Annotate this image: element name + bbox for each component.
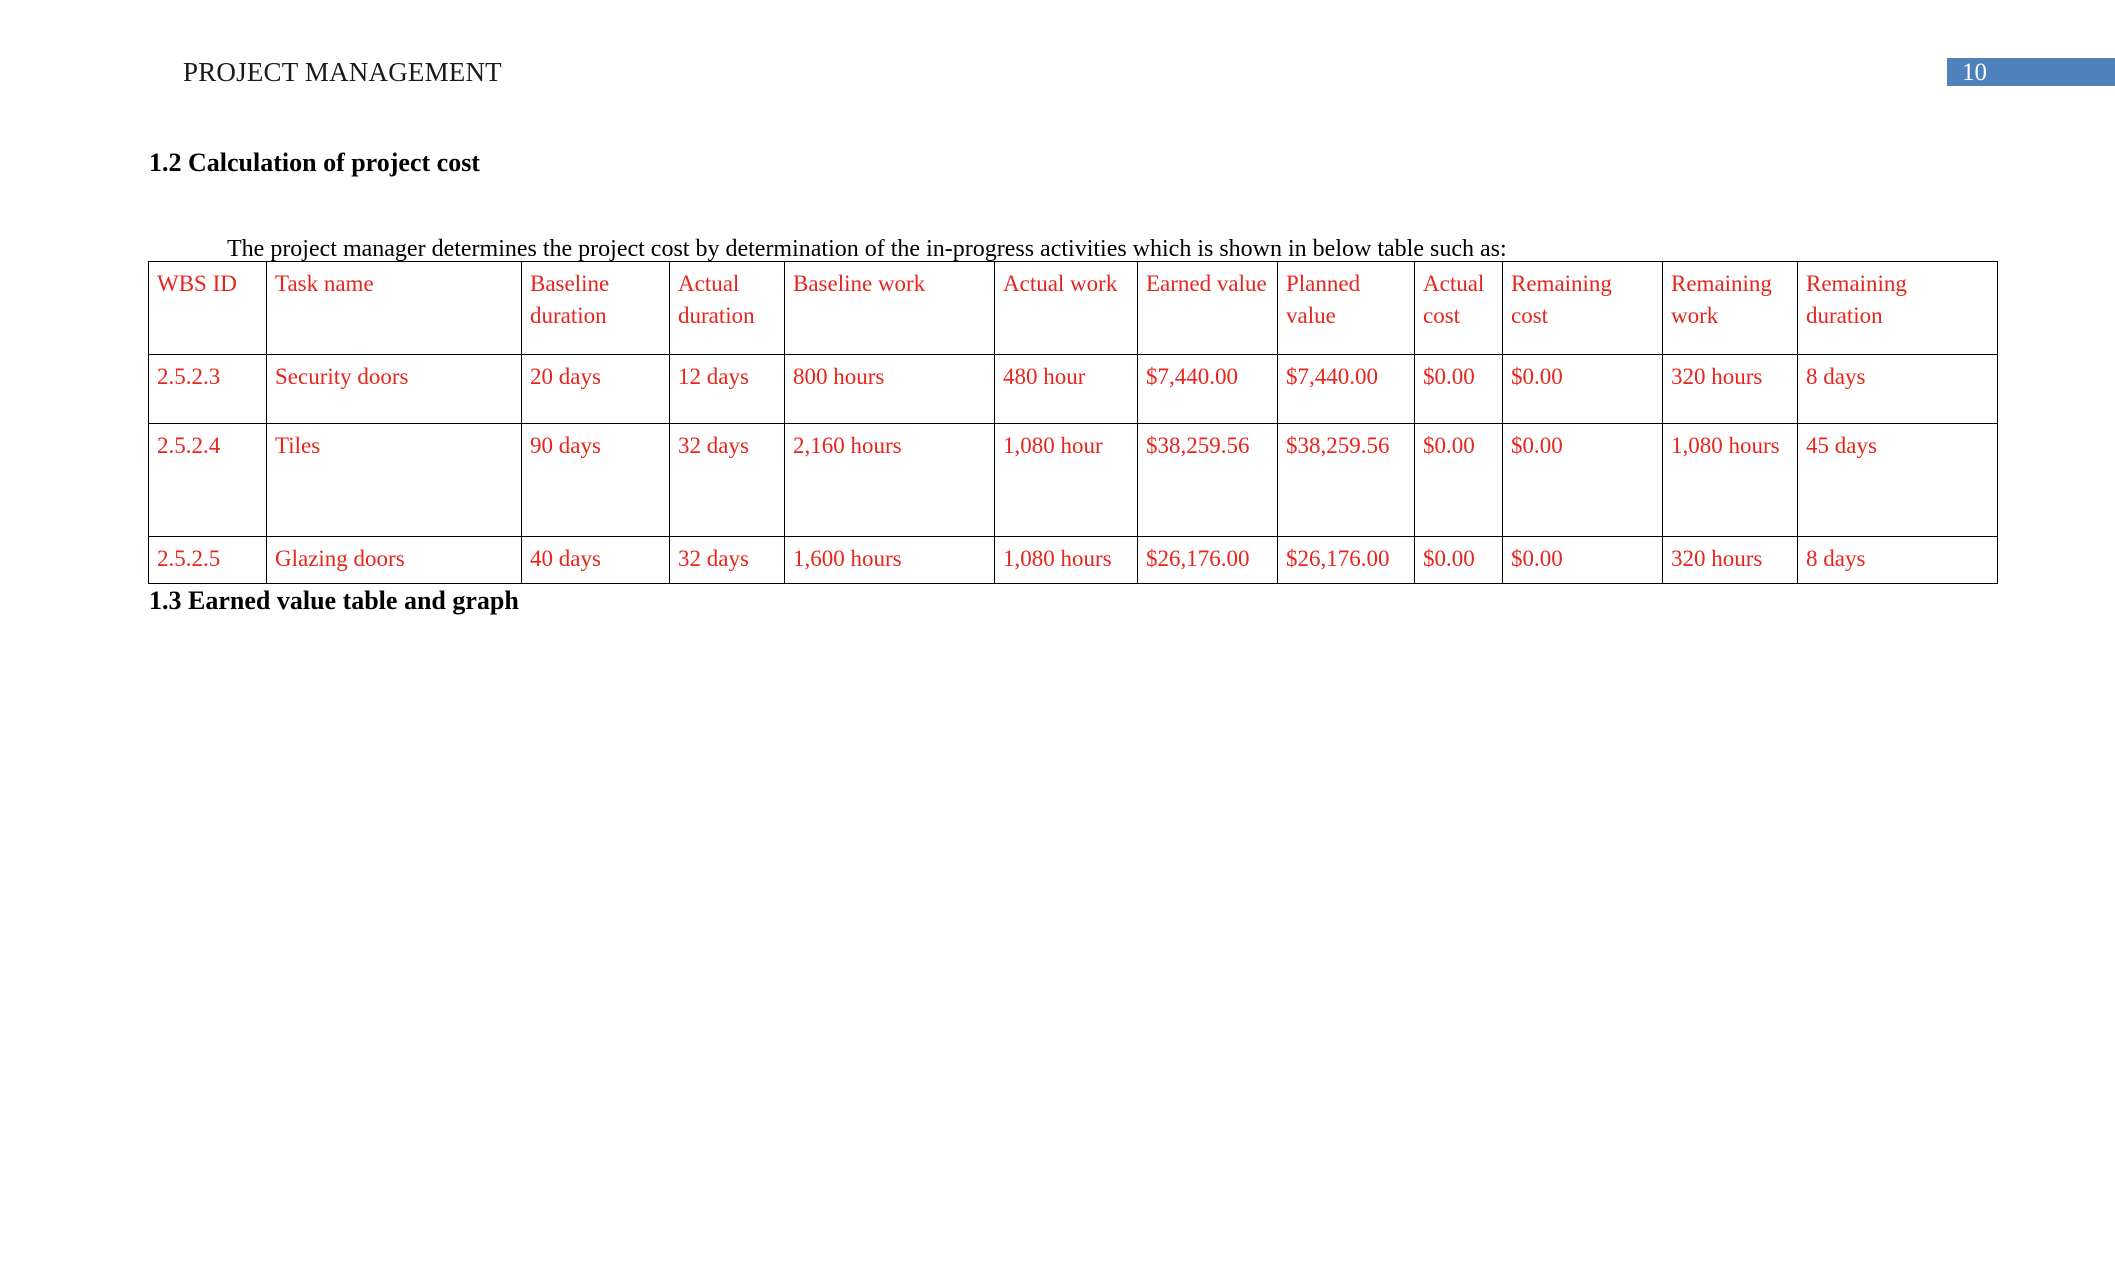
column-header-baseline-duration: Baseline duration bbox=[521, 261, 670, 355]
column-header-planned-value: Planned value bbox=[1277, 261, 1415, 355]
cell-earned-value: $38,259.56 bbox=[1137, 423, 1278, 537]
column-header-actual-cost: Actual cost bbox=[1414, 261, 1503, 355]
cell-actual-cost: $0.00 bbox=[1414, 423, 1503, 537]
cell-task-name: Security doors bbox=[266, 354, 522, 424]
cell-actual-work: 1,080 hours bbox=[994, 536, 1138, 584]
cell-remaining-duration: 8 days bbox=[1797, 354, 1998, 424]
page-header: PROJECT MANAGEMENT 10 bbox=[0, 0, 2115, 110]
cell-wbs-id: 2.5.2.3 bbox=[148, 354, 267, 424]
project-cost-table: WBS ID Task name Baseline duration Actua… bbox=[148, 261, 1998, 584]
cell-task-name: Glazing doors bbox=[266, 536, 522, 584]
cell-actual-work: 1,080 hour bbox=[994, 423, 1138, 537]
column-header-wbs-id: WBS ID bbox=[148, 261, 267, 355]
cell-baseline-duration: 90 days bbox=[521, 423, 670, 537]
cell-remaining-duration: 8 days bbox=[1797, 536, 1998, 584]
table-header: WBS ID Task name Baseline duration Actua… bbox=[148, 261, 1998, 355]
cell-baseline-work: 1,600 hours bbox=[784, 536, 995, 584]
column-header-earned-value: Earned value bbox=[1137, 261, 1278, 355]
table-body: 2.5.2.3 Security doors 20 days 12 days 8… bbox=[148, 354, 1998, 584]
column-header-task-name: Task name bbox=[266, 261, 522, 355]
cell-actual-duration: 32 days bbox=[669, 536, 785, 584]
column-header-remaining-duration: Remaining duration bbox=[1797, 261, 1998, 355]
cell-remaining-duration: 45 days bbox=[1797, 423, 1998, 537]
cell-baseline-work: 2,160 hours bbox=[784, 423, 995, 537]
cell-actual-duration: 32 days bbox=[669, 423, 785, 537]
section-heading-1-2: 1.2 Calculation of project cost bbox=[149, 148, 480, 177]
intro-paragraph: The project manager determines the proje… bbox=[227, 236, 1507, 262]
cell-actual-duration: 12 days bbox=[669, 354, 785, 424]
table-row: 2.5.2.5 Glazing doors 40 days 32 days 1,… bbox=[148, 536, 1998, 584]
section-heading-1-3: 1.3 Earned value table and graph bbox=[149, 586, 519, 615]
cell-wbs-id: 2.5.2.5 bbox=[148, 536, 267, 584]
column-header-baseline-work: Baseline work bbox=[784, 261, 995, 355]
cell-wbs-id: 2.5.2.4 bbox=[148, 423, 267, 537]
cell-remaining-cost: $0.00 bbox=[1502, 536, 1663, 584]
cell-actual-cost: $0.00 bbox=[1414, 536, 1503, 584]
table-header-row: WBS ID Task name Baseline duration Actua… bbox=[148, 261, 1998, 355]
cell-baseline-duration: 20 days bbox=[521, 354, 670, 424]
page-number: 10 bbox=[1962, 59, 1987, 86]
cell-remaining-cost: $0.00 bbox=[1502, 423, 1663, 537]
column-header-remaining-cost: Remaining cost bbox=[1502, 261, 1663, 355]
document-header-title: PROJECT MANAGEMENT bbox=[183, 57, 502, 87]
cell-earned-value: $7,440.00 bbox=[1137, 354, 1278, 424]
cell-remaining-work: 320 hours bbox=[1662, 536, 1798, 584]
column-header-actual-work: Actual work bbox=[994, 261, 1138, 355]
cell-planned-value: $7,440.00 bbox=[1277, 354, 1415, 424]
column-header-actual-duration: Actual duration bbox=[669, 261, 785, 355]
cell-remaining-work: 320 hours bbox=[1662, 354, 1798, 424]
cell-earned-value: $26,176.00 bbox=[1137, 536, 1278, 584]
cell-remaining-work: 1,080 hours bbox=[1662, 423, 1798, 537]
cell-planned-value: $38,259.56 bbox=[1277, 423, 1415, 537]
cell-task-name: Tiles bbox=[266, 423, 522, 537]
table-row: 2.5.2.4 Tiles 90 days 32 days 2,160 hour… bbox=[148, 423, 1998, 537]
cell-baseline-work: 800 hours bbox=[784, 354, 995, 424]
column-header-remaining-work: Remaining work bbox=[1662, 261, 1798, 355]
table-row: 2.5.2.3 Security doors 20 days 12 days 8… bbox=[148, 354, 1998, 424]
cell-remaining-cost: $0.00 bbox=[1502, 354, 1663, 424]
cell-planned-value: $26,176.00 bbox=[1277, 536, 1415, 584]
cell-baseline-duration: 40 days bbox=[521, 536, 670, 584]
cell-actual-cost: $0.00 bbox=[1414, 354, 1503, 424]
cell-actual-work: 480 hour bbox=[994, 354, 1138, 424]
